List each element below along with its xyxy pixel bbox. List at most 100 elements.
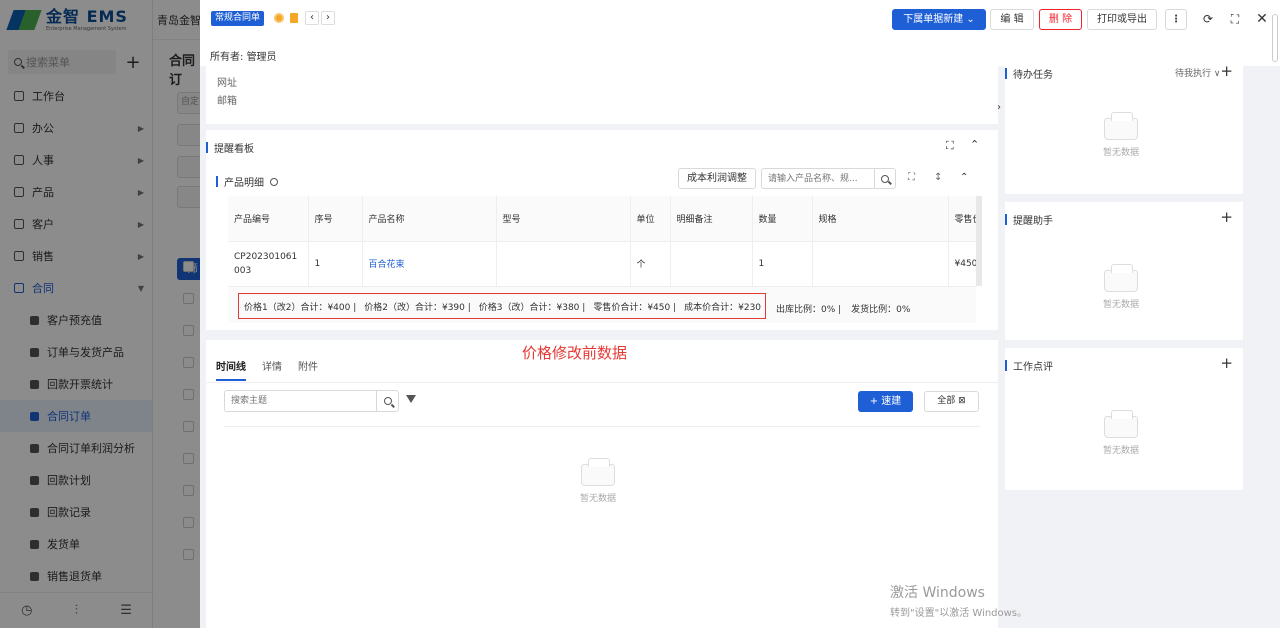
empty-box-icon — [1104, 410, 1138, 438]
task-filter-dropdown[interactable]: 待我执行 ∨ — [1175, 66, 1220, 79]
product-detail-title: 产品明细 — [216, 174, 278, 189]
work-review-title-text: 工作点评 — [1013, 362, 1053, 373]
price-summary-row: 价格1（改2）合计：¥400 | 价格2（改）合计：¥390 | 价格3（改）合… — [228, 287, 976, 323]
column-header[interactable]: 明细备注 — [670, 196, 753, 242]
file-icon[interactable] — [287, 11, 301, 25]
add-reminder-button[interactable]: + — [1220, 208, 1233, 226]
timeline-search — [224, 390, 399, 412]
board-title: 提醒看板 — [206, 140, 254, 155]
quick-create-button[interactable]: + 速建 — [858, 391, 913, 412]
website-label: 网址 — [217, 78, 237, 89]
spec-cell — [812, 241, 949, 287]
windows-activation-watermark: 激活 Windows 转到"设置"以激活 Windows。 — [890, 582, 1027, 619]
tab-timeline[interactable]: 时间线 — [216, 358, 246, 381]
table-header-row: 产品编号 序号 产品名称 型号 单位 明细备注 数量 规格 零售价 — [228, 196, 977, 242]
product-search-button[interactable] — [874, 169, 895, 188]
price2-total: 价格2（改）合计：¥390 | — [364, 302, 471, 313]
chevron-right-icon[interactable]: › — [997, 102, 1001, 113]
seq-cell: 1 — [308, 241, 363, 287]
search-icon — [383, 397, 392, 405]
highlighted-price-totals: 价格1（改2）合计：¥400 | 价格2（改）合计：¥390 | 价格3（改）合… — [238, 293, 766, 319]
fullscreen-icon[interactable]: ⛶ — [908, 172, 915, 183]
empty-box-icon — [581, 458, 615, 486]
work-review-title: 工作点评 — [1005, 358, 1053, 373]
expand-icon[interactable]: ⛶ — [946, 139, 954, 153]
column-header[interactable]: 单位 — [630, 196, 671, 242]
board-title-text: 提醒看板 — [214, 144, 254, 155]
all-filter-button[interactable]: 全部 ⊠ — [924, 391, 979, 412]
work-review-card: 工作点评 + 暂无数据 — [1005, 348, 1243, 490]
divider — [224, 426, 980, 427]
section-bar — [1005, 360, 1007, 371]
table-scrollbar[interactable] — [976, 196, 982, 286]
todo-tasks-card: 待办任务 待我执行 ∨ + 暂无数据 — [1005, 62, 1243, 194]
empty-state: 暂无数据 — [580, 458, 616, 504]
section-bar — [1005, 214, 1007, 225]
tab-details[interactable]: 详情 — [262, 358, 282, 381]
address-card: 网址 邮箱 › — [206, 66, 1001, 124]
doc-type-tag: 常规合同单 — [211, 11, 265, 26]
product-search-input[interactable] — [762, 169, 874, 188]
column-header[interactable]: 产品名称 — [362, 196, 497, 242]
reminder-assistant-card: 提醒助手 + 暂无数据 — [1005, 202, 1243, 340]
reminder-board: 提醒看板 ⛶ ⌃ 产品明细 成本利润调整 ⛶ ↕ ⌃ 产品编号 序号 — [206, 130, 998, 330]
filter-icon[interactable] — [406, 395, 416, 403]
drawer-header: 常规合同单 ‹ › 所有者: 管理员 下属单据新建 ⌄ 编 辑 删 除 打印或导… — [200, 0, 1280, 66]
todo-tasks-title: 待办任务 — [1005, 66, 1053, 81]
reminder-assistant-title: 提醒助手 — [1005, 212, 1053, 227]
delivery-ratio: 发货比例：0% — [851, 305, 911, 315]
product-name-link[interactable]: 百合花束 — [362, 241, 497, 287]
new-sub-document-button[interactable]: 下属单据新建 ⌄ — [892, 9, 986, 30]
column-height-icon[interactable]: ↕ — [934, 172, 942, 183]
product-code-cell: CP202301061003 — [228, 241, 309, 287]
section-bar — [216, 176, 218, 187]
collapse-up-icon[interactable]: ⌃ — [960, 172, 968, 183]
column-header[interactable]: 规格 — [812, 196, 949, 242]
empty-state: 暂无数据 — [1103, 264, 1140, 310]
column-header[interactable]: 产品编号 — [228, 196, 309, 242]
timeline-search-button[interactable] — [376, 391, 398, 411]
add-task-button[interactable]: + — [1220, 62, 1233, 80]
add-review-button[interactable]: + — [1220, 354, 1233, 372]
empty-box-icon — [1104, 264, 1138, 292]
more-button[interactable]: ⋮ — [1165, 9, 1187, 30]
ratio-summary: 出库比例：0% | 发货比例：0% — [776, 302, 910, 315]
remark-cell — [670, 241, 753, 287]
favorite-icon[interactable] — [272, 11, 286, 25]
chevron-down-icon: ⌄ — [966, 14, 975, 25]
print-export-button[interactable]: 打印或导出 — [1087, 9, 1157, 30]
owner-line: 所有者: 管理员 — [210, 48, 277, 63]
empty-state: 暂无数据 — [1103, 410, 1139, 456]
unit-cell: 个 — [630, 241, 671, 287]
model-cell — [496, 241, 631, 287]
delete-button[interactable]: 删 除 — [1039, 9, 1082, 30]
chevron-left-icon[interactable]: ‹ — [305, 11, 319, 25]
section-bar — [206, 142, 208, 153]
close-icon[interactable]: ✕ — [1254, 11, 1270, 27]
search-icon — [881, 174, 889, 183]
gear-icon[interactable] — [270, 177, 278, 186]
watermark-subtitle: 转到"设置"以激活 Windows。 — [890, 608, 1028, 619]
empty-text: 暂无数据 — [1103, 300, 1140, 310]
collapse-up-icon[interactable]: ⌃ — [970, 138, 979, 151]
scrollbar[interactable] — [1272, 14, 1278, 62]
price1-total: 价格1（改2）合计：¥400 | — [244, 302, 357, 313]
divider — [206, 382, 998, 383]
timeline-search-input[interactable] — [225, 391, 377, 411]
refresh-icon[interactable]: ⟳ — [1200, 11, 1216, 27]
fullscreen-icon[interactable]: ⛶ — [1227, 11, 1243, 27]
tab-attachments[interactable]: 附件 — [298, 358, 318, 381]
retail-total: 零售价合计：¥450 | — [593, 302, 677, 313]
reminder-assistant-title-text: 提醒助手 — [1013, 216, 1053, 227]
contract-detail-drawer: 常规合同单 ‹ › 所有者: 管理员 下属单据新建 ⌄ 编 辑 删 除 打印或导… — [200, 0, 1280, 628]
column-header[interactable]: 序号 — [308, 196, 363, 242]
annotation-text: 价格修改前数据 — [522, 344, 628, 362]
column-header[interactable]: 数量 — [752, 196, 813, 242]
column-header[interactable]: 型号 — [496, 196, 631, 242]
cost-profit-adjust-button[interactable]: 成本利润调整 — [678, 168, 756, 189]
edit-button[interactable]: 编 辑 — [990, 9, 1034, 30]
owner-label: 所有者: — [210, 52, 244, 63]
new-sub-document-label: 下属单据新建 — [903, 14, 964, 25]
column-header[interactable]: 零售价 — [948, 196, 977, 242]
chevron-right-icon[interactable]: › — [321, 11, 335, 25]
